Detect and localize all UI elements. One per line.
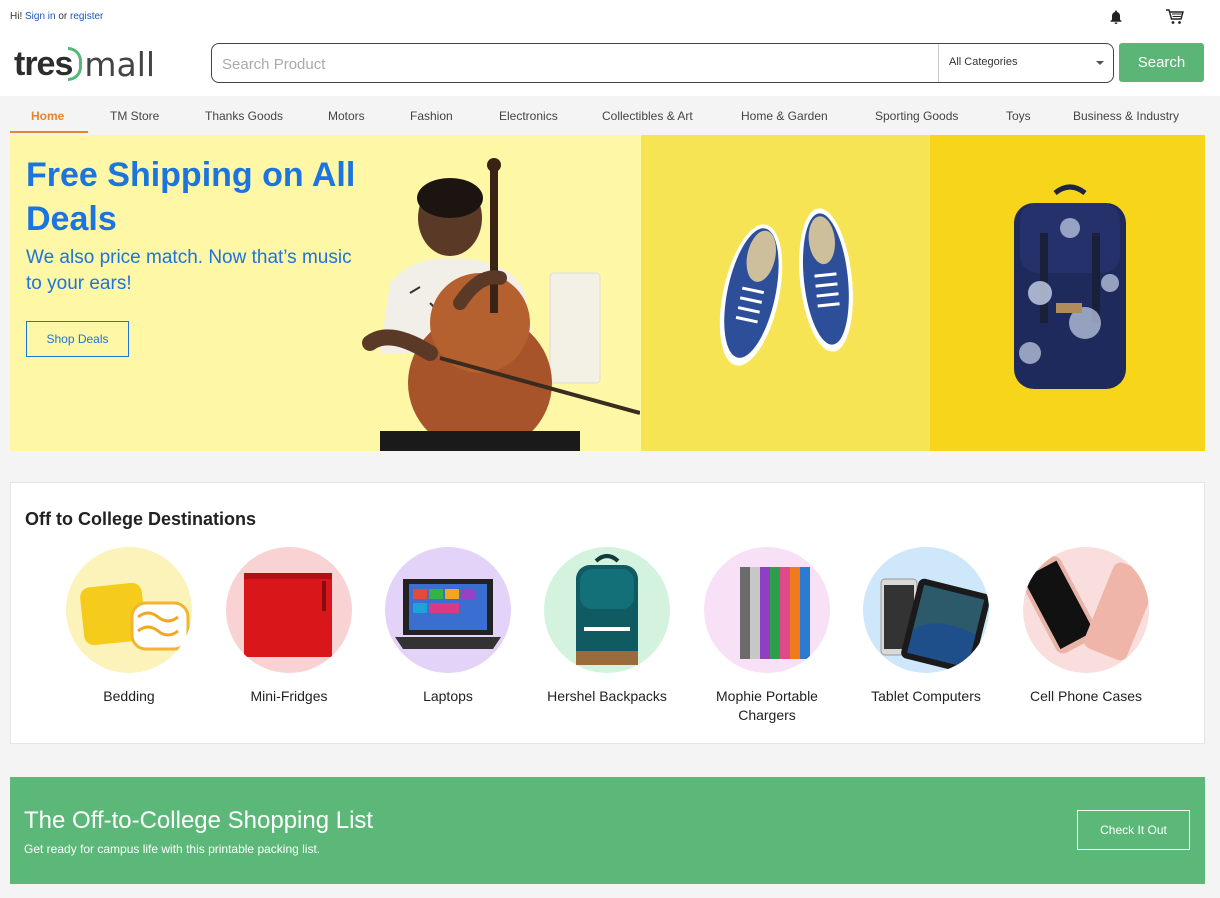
header: tres mall All Categories Search [0, 34, 1220, 96]
category-nav: Home TM Store Thanks Goods Motors Fashio… [10, 96, 1205, 134]
top-bar: Hi! Sign in or register [0, 0, 1220, 34]
category-image-mophie-chargers [704, 547, 830, 673]
banner-title: The Off-to-College Shopping List [24, 807, 374, 834]
category-label: Mini-Fridges [250, 688, 328, 704]
bell-icon[interactable] [1108, 9, 1124, 25]
nav-item-collectibles-art[interactable]: Collectibles & Art [602, 109, 693, 123]
category-bedding[interactable]: Bedding [54, 547, 204, 706]
cello-player-image [362, 158, 640, 451]
greeting-prefix: Hi! [10, 11, 25, 22]
sign-in-link[interactable]: Sign in [25, 11, 56, 22]
logo-arc-mark [68, 47, 83, 81]
nav-item-sporting-goods[interactable]: Sporting Goods [875, 109, 958, 123]
college-destinations-section: Off to College Destinations Bedding Mini… [10, 482, 1205, 744]
greeting: Hi! Sign in or register [10, 11, 103, 22]
category-image-bedding [66, 547, 192, 673]
category-label: Mophie Portable Chargers [716, 688, 818, 723]
category-cell-phone-cases[interactable]: Cell Phone Cases [1011, 547, 1161, 706]
category-hershel-backpacks[interactable]: Hershel Backpacks [532, 547, 682, 706]
hero-banner[interactable]: Free Shipping on All Deals We also price… [10, 135, 1205, 451]
nav-item-fashion[interactable]: Fashion [410, 109, 453, 123]
hero-panel-shoes [641, 135, 930, 451]
category-mini-fridges[interactable]: Mini-Fridges [214, 547, 364, 706]
check-it-out-button[interactable]: Check It Out [1077, 810, 1190, 850]
category-tablet-computers[interactable]: Tablet Computers [851, 547, 1001, 706]
nav-item-home[interactable]: Home [31, 109, 64, 123]
category-image-cell-phone-cases [1023, 547, 1149, 673]
category-laptops[interactable]: Laptops [373, 547, 523, 706]
nav-item-home-garden[interactable]: Home & Garden [741, 109, 828, 123]
nav-item-electronics[interactable]: Electronics [499, 109, 558, 123]
category-selected-value: All Categories [949, 56, 1018, 68]
shop-deals-button[interactable]: Shop Deals [26, 321, 129, 357]
category-label: Hershel Backpacks [547, 688, 667, 704]
hero-panel-backpack [930, 135, 1205, 451]
nav-active-underline [10, 131, 88, 133]
hero-panel-cello: Free Shipping on All Deals We also price… [10, 135, 641, 451]
category-label: Laptops [423, 688, 473, 704]
cart-icon[interactable] [1165, 8, 1185, 26]
sneakers-image [719, 208, 853, 366]
nav-item-tm-store[interactable]: TM Store [110, 109, 159, 123]
search-box: All Categories [211, 43, 1114, 83]
category-label: Tablet Computers [871, 688, 981, 704]
nav-item-toys[interactable]: Toys [1006, 109, 1031, 123]
logo-tres: tres [14, 44, 73, 83]
nav-item-motors[interactable]: Motors [328, 109, 365, 123]
search-button[interactable]: Search [1119, 43, 1204, 82]
category-select[interactable]: All Categories [938, 44, 1114, 82]
category-image-hershel-backpacks [544, 547, 670, 673]
category-image-mini-fridges [226, 547, 352, 673]
category-label: Cell Phone Cases [1029, 688, 1143, 704]
logo-mall: mall [84, 44, 156, 84]
category-image-laptops [385, 547, 511, 673]
nav-item-business-industry[interactable]: Business & Industry [1073, 109, 1179, 123]
logo[interactable]: tres mall [14, 42, 155, 86]
banner-subtitle: Get ready for campus life with this prin… [24, 842, 321, 856]
category-mophie-chargers[interactable]: Mophie Portable Chargers [692, 547, 842, 725]
section-title: Off to College Destinations [25, 509, 257, 529]
category-image-tablet-computers [863, 547, 989, 673]
hero-subtitle: We also price match. Now that’s music to… [26, 247, 352, 294]
backpack-image [1014, 184, 1126, 389]
category-label: Bedding [103, 688, 155, 704]
nav-item-thanks-goods[interactable]: Thanks Goods [205, 109, 283, 123]
search-input[interactable] [222, 53, 922, 75]
shopping-list-banner: The Off-to-College Shopping List Get rea… [10, 777, 1205, 884]
chevron-down-icon [1096, 61, 1104, 65]
greeting-or: or [55, 11, 71, 22]
register-link[interactable]: register [70, 11, 103, 22]
hero-title: Free Shipping on All Deals [26, 156, 356, 238]
